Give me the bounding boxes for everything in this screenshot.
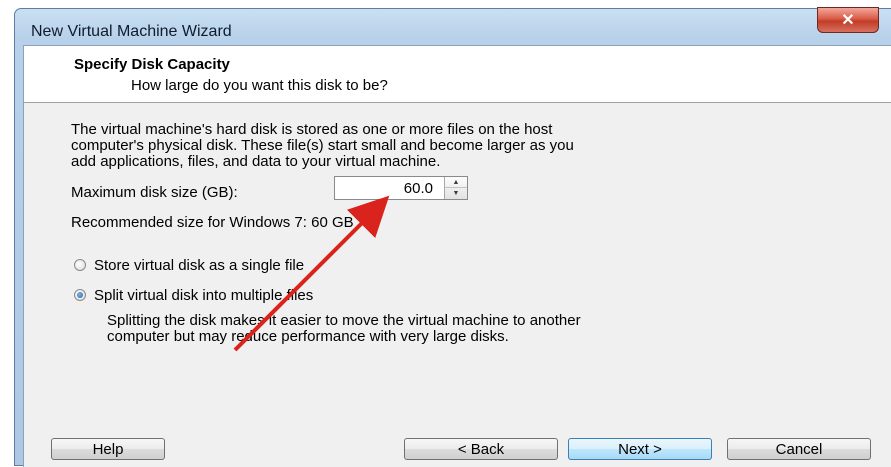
split-description: Splitting the disk makes it easier to mo… <box>107 313 827 345</box>
next-button[interactable]: Next > <box>568 438 712 460</box>
split-description-line: computer but may reduce performance with… <box>107 328 509 345</box>
spin-up-button[interactable]: ▲ <box>445 177 467 188</box>
cancel-button[interactable]: Cancel <box>727 438 871 460</box>
title-bar[interactable]: New Virtual Machine Wizard ✕ <box>15 7 891 45</box>
split-files-label[interactable]: Split virtual disk into multiple files <box>94 287 313 304</box>
max-disk-size-input[interactable]: 60.0 <box>404 180 433 197</box>
split-files-radio[interactable] <box>74 289 86 301</box>
description-line: computer's physical disk. These file(s) … <box>71 137 574 154</box>
max-disk-size-label: Maximum disk size (GB): <box>71 184 238 201</box>
wizard-window: New Virtual Machine Wizard ✕ Specify Dis… <box>14 7 891 467</box>
max-disk-size-spinner[interactable]: 60.0 ▲ ▼ <box>334 176 468 200</box>
single-file-radio[interactable] <box>74 259 86 271</box>
window-title: New Virtual Machine Wizard <box>31 23 232 40</box>
help-button[interactable]: Help <box>51 438 165 460</box>
single-file-label[interactable]: Store virtual disk as a single file <box>94 257 304 274</box>
description-line: The virtual machine's hard disk is store… <box>71 121 553 138</box>
spinner-buttons: ▲ ▼ <box>444 177 467 199</box>
page-subtitle: How large do you want this disk to be? <box>131 77 388 94</box>
close-icon: ✕ <box>841 12 855 29</box>
page-title: Specify Disk Capacity <box>74 56 230 73</box>
wizard-header: Specify Disk Capacity How large do you w… <box>24 46 891 103</box>
description-line: add applications, files, and data to you… <box>71 153 441 170</box>
disk-description: The virtual machine's hard disk is store… <box>71 122 811 170</box>
back-button[interactable]: < Back <box>404 438 558 460</box>
split-description-line: Splitting the disk makes it easier to mo… <box>107 312 581 329</box>
spin-down-button[interactable]: ▼ <box>445 188 467 199</box>
button-bar: Help < Back Next > Cancel <box>24 416 891 467</box>
recommended-size-text: Recommended size for Windows 7: 60 GB <box>71 214 354 231</box>
wizard-client-area: Specify Disk Capacity How large do you w… <box>23 45 891 467</box>
close-button[interactable]: ✕ <box>817 7 879 33</box>
